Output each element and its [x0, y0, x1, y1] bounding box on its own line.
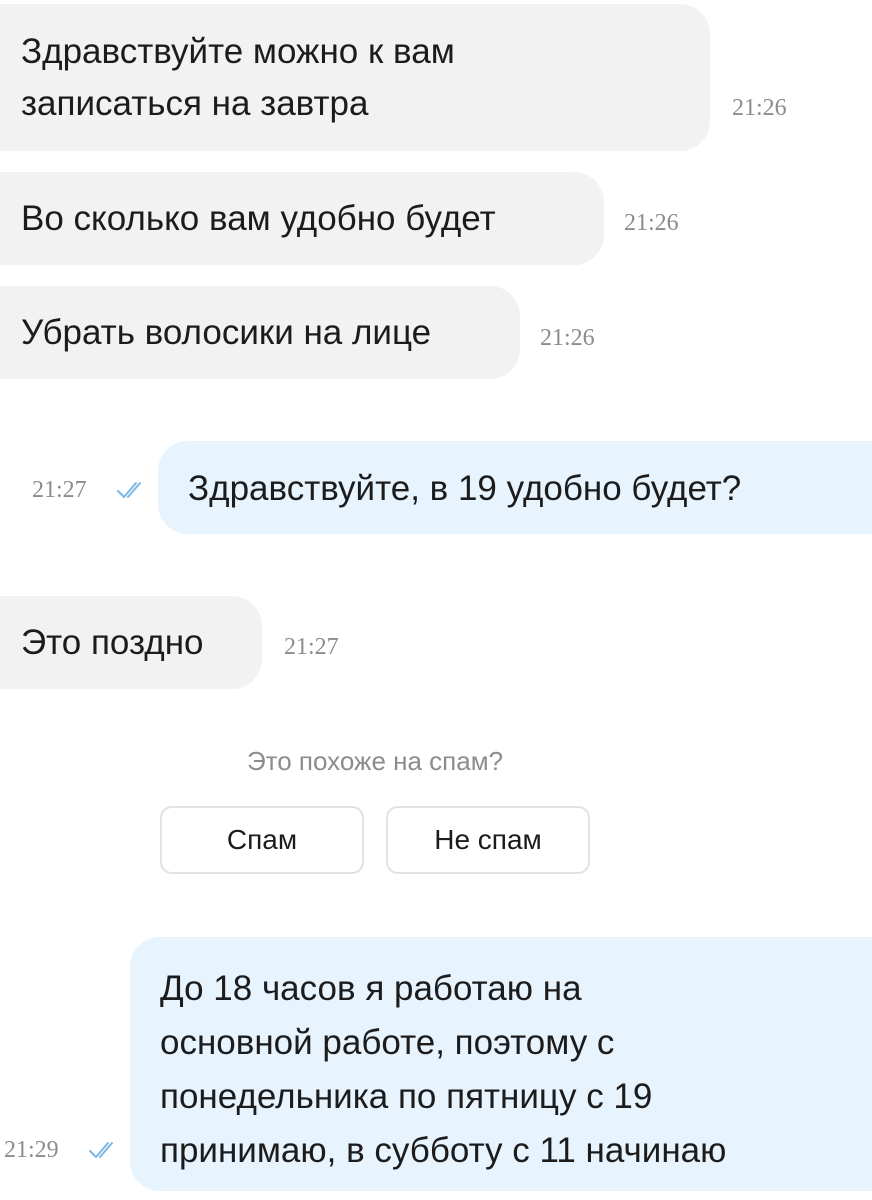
- message-timestamp: 21:29: [4, 1137, 59, 1163]
- message-timestamp: 21:26: [624, 210, 679, 236]
- spam-button[interactable]: Спам: [160, 806, 364, 874]
- not-spam-button[interactable]: Не спам: [386, 806, 590, 874]
- message-text-line: записаться на завтра: [21, 84, 369, 123]
- double-check-icon: [88, 1140, 122, 1160]
- message-text-line: принимаю, в субботу с 11 начинаю: [160, 1131, 727, 1170]
- message-text-line: основной работе, поэтому с: [160, 1023, 615, 1062]
- message-text-line: понедельника по пятницу с 19: [160, 1077, 653, 1116]
- message-text: Убрать волосики на лице: [21, 313, 432, 352]
- message-text: Во сколько вам удобно будет: [21, 199, 496, 238]
- message-bubble-incoming[interactable]: Убрать волосики на лице: [0, 286, 520, 379]
- message-bubble-incoming[interactable]: Это поздно: [0, 596, 262, 689]
- message-text-line: До 18 часов я работаю на: [160, 969, 582, 1008]
- message-timestamp: 21:27: [284, 634, 339, 660]
- spam-question: Это похоже на спам?: [246, 746, 504, 776]
- message-text-line: Здравствуйте можно к вам: [21, 32, 455, 71]
- message-timestamp: 21:26: [732, 95, 787, 121]
- message-bubble-outgoing[interactable]: Здравствуйте, в 19 удобно будет?: [158, 441, 872, 534]
- message-bubble-incoming[interactable]: Здравствуйте можно к вам записаться на з…: [0, 4, 710, 151]
- message-text: Здравствуйте, в 19 удобно будет?: [188, 469, 742, 508]
- message-timestamp: 21:27: [32, 477, 87, 503]
- message-text: Это поздно: [21, 623, 204, 662]
- message-bubble-incoming[interactable]: Во сколько вам удобно будет: [0, 172, 604, 265]
- double-check-icon: [116, 480, 150, 500]
- message-timestamp: 21:26: [540, 325, 595, 351]
- message-bubble-outgoing[interactable]: До 18 часов я работаю на основной работе…: [130, 937, 872, 1191]
